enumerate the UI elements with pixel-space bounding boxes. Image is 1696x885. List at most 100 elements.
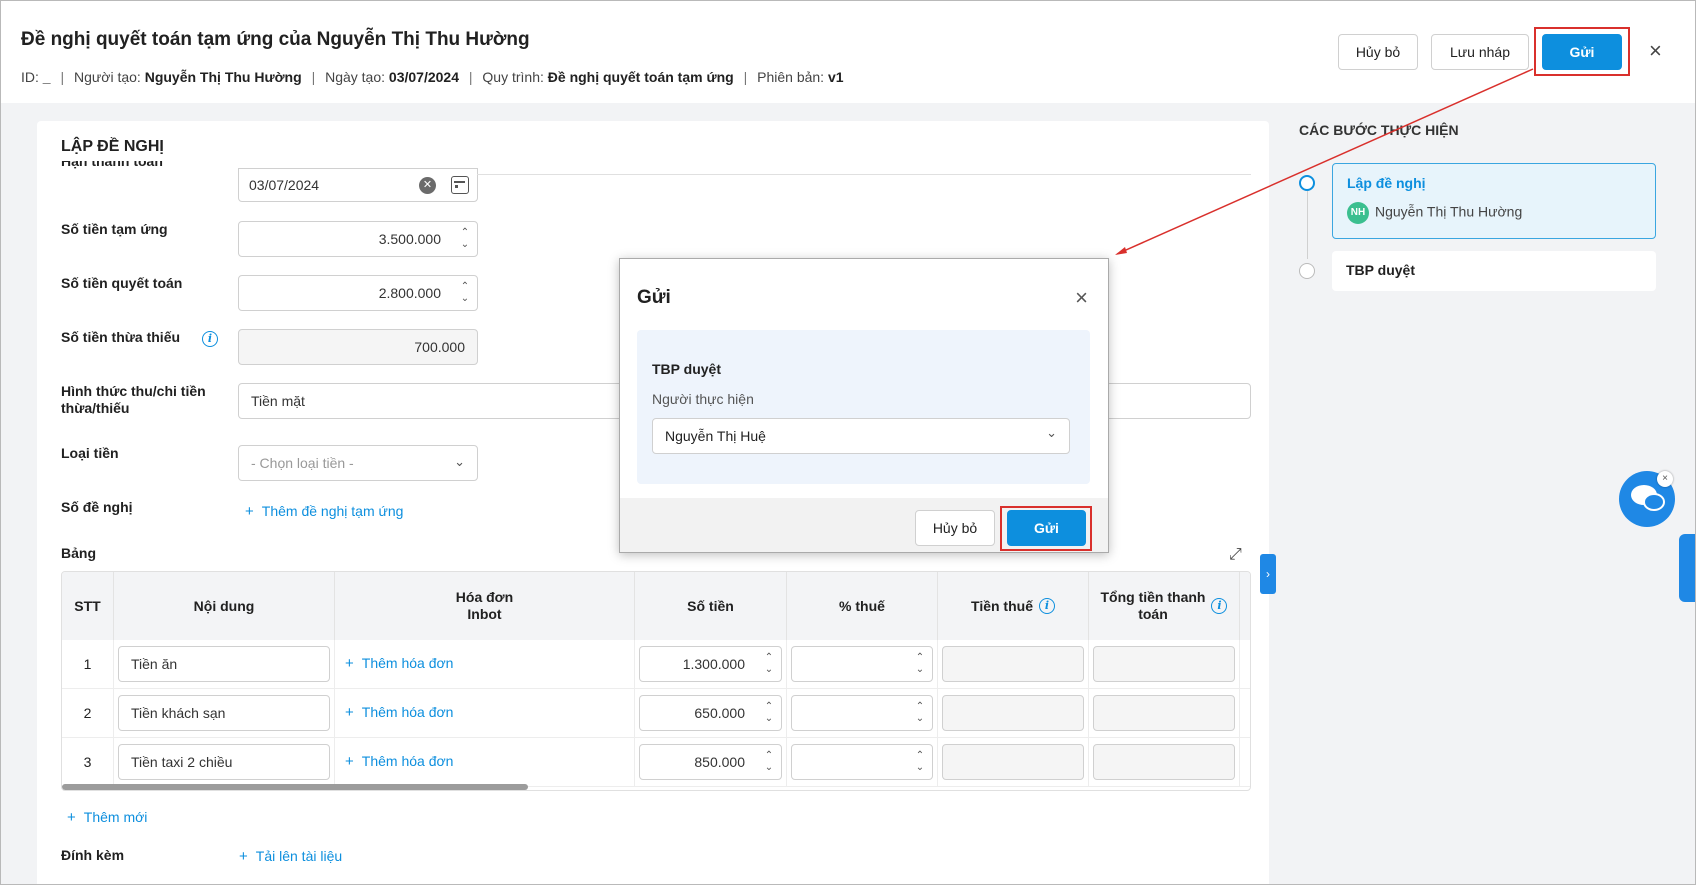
settle-label: Số tiền quyết toán — [61, 275, 183, 291]
currency-placeholder: - Chọn loại tiền - — [251, 455, 354, 471]
stepper-icon[interactable]: ⌃ ⌄ — [914, 701, 926, 725]
tax-amount-input — [942, 695, 1084, 731]
stepper-icon[interactable]: ⌃ ⌄ — [914, 750, 926, 774]
tax-amount-cell — [938, 640, 1089, 689]
tax-pct-input[interactable]: ⌃ ⌄ — [791, 646, 933, 682]
section-title: LẬP ĐỀ NGHỊ — [61, 138, 164, 155]
save-draft-button[interactable]: Lưu nháp — [1431, 34, 1529, 70]
horizontal-scrollbar[interactable] — [62, 784, 528, 790]
add-invoice-text: Thêm hóa đơn — [361, 753, 454, 769]
collapse-panel-button[interactable]: › — [1260, 554, 1276, 594]
expense-table: STT Nội dung Hóa đơn Inbot Số tiền % thu… — [61, 571, 1251, 791]
due-date-field[interactable]: 03/07/2024 ✕ — [238, 168, 478, 202]
app-window: Đề nghị quyết toán tạm ứng của Nguyễn Th… — [0, 0, 1696, 885]
tax-amount-cell — [938, 738, 1089, 787]
performer-select[interactable]: Nguyễn Thị Huệ ⌄ — [652, 418, 1070, 454]
expand-icon[interactable]: ⤢ — [1229, 546, 1242, 564]
close-icon[interactable]: × — [1075, 285, 1088, 311]
method-value: Tiền mặt — [251, 393, 305, 409]
dialog-body: TBP duyệt Người thực hiện Nguyễn Thị Huệ… — [637, 330, 1090, 484]
step-name: TBP duyệt — [1346, 262, 1415, 278]
stepper-icon[interactable]: ⌃ ⌄ — [914, 652, 926, 676]
th-invoice-line1: Hóa đơn — [455, 589, 514, 605]
amount-input[interactable]: 1.300.000 ⌃ ⌄ — [639, 646, 782, 682]
amount-input[interactable]: 850.000 ⌃ ⌄ — [639, 744, 782, 780]
settle-amount-field[interactable]: 2.800.000 ⌃ ⌄ — [238, 275, 478, 311]
dialog-title: Gửi — [637, 287, 671, 308]
step-assignee: NH Nguyễn Thị Thu Hường — [1347, 202, 1522, 224]
tax-amount-cell — [938, 689, 1089, 738]
total-cell — [1089, 738, 1240, 787]
date-label: Ngày tạo: — [325, 69, 386, 85]
th-content: Nội dung — [114, 572, 335, 640]
dialog-cancel-button[interactable]: Hủy bỏ — [915, 510, 995, 546]
tax-pct-input[interactable]: ⌃ ⌄ — [791, 695, 933, 731]
step-card[interactable]: TBP duyệt — [1332, 251, 1656, 291]
add-invoice-text: Thêm hóa đơn — [361, 655, 454, 671]
amount-input[interactable]: 650.000 ⌃ ⌄ — [639, 695, 782, 731]
stepper-icon[interactable]: ⌃ ⌄ — [763, 701, 775, 725]
page-meta: ID: _ | Người tạo: Nguyễn Thị Thu Hường … — [21, 69, 844, 85]
cancel-button[interactable]: Hủy bỏ — [1338, 34, 1418, 70]
diff-value: 700.000 — [414, 339, 465, 355]
th-tax-amount: Tiền thuế i — [938, 572, 1089, 640]
content-input[interactable]: Tiền khách sạn — [118, 695, 330, 731]
separator: | — [468, 69, 473, 85]
th-invoice-line2: Inbot — [467, 606, 502, 622]
clear-icon[interactable]: ✕ — [419, 177, 436, 194]
plus-icon: + — [245, 503, 254, 520]
tax-pct-cell: ⌃ ⌄ — [787, 738, 938, 787]
advance-amount-field[interactable]: 3.500.000 ⌃ ⌄ — [238, 221, 478, 257]
add-new-text: Thêm mới — [83, 809, 148, 825]
upload-link[interactable]: + Tải lên tài liệu — [239, 848, 342, 865]
advance-label: Số tiền tạm ứng — [61, 221, 168, 237]
stepper-icon[interactable]: ⌃ ⌄ — [763, 652, 775, 676]
info-icon[interactable]: i — [202, 331, 218, 347]
plus-icon: + — [345, 753, 354, 770]
dialog-step-name: TBP duyệt — [652, 361, 721, 377]
th-amount: Số tiền — [635, 572, 787, 640]
content-input[interactable]: Tiền taxi 2 chiều — [118, 744, 330, 780]
assignee-name: Nguyễn Thị Thu Hường — [1375, 203, 1523, 220]
tax-pct-input[interactable]: ⌃ ⌄ — [791, 744, 933, 780]
table-row: 1 Tiền ăn + Thêm hóa đơn 1.300.000 ⌃ ⌄ ⌃ ⌄ — [62, 640, 1250, 689]
stepper-icon[interactable]: ⌃ ⌄ — [459, 227, 471, 251]
stepper-icon[interactable]: ⌃ ⌄ — [459, 281, 471, 305]
tax-amount-input — [942, 646, 1084, 682]
tax-amount-input — [942, 744, 1084, 780]
plus-icon: + — [67, 809, 76, 826]
add-new-link[interactable]: + Thêm mới — [67, 809, 147, 826]
id-value: _ — [42, 69, 51, 85]
total-input — [1093, 646, 1235, 682]
currency-select[interactable]: - Chọn loại tiền - ⌄ — [238, 445, 478, 481]
tax-pct-cell: ⌃ ⌄ — [787, 640, 938, 689]
close-icon[interactable]: × — [1649, 39, 1662, 63]
performer-label: Người thực hiện — [652, 391, 754, 407]
content-cell: Tiền khách sạn — [114, 689, 335, 738]
chevron-down-icon: ⌄ — [1046, 425, 1057, 440]
add-invoice-link[interactable]: + Thêm hóa đơn — [345, 655, 453, 672]
add-invoice-link[interactable]: + Thêm hóa đơn — [345, 753, 453, 770]
th-tax-pct: % thuế — [787, 572, 938, 640]
diff-label: Số tiền thừa thiếu — [61, 329, 181, 345]
add-invoice-link[interactable]: + Thêm hóa đơn — [345, 704, 453, 721]
edge-tab[interactable] — [1679, 534, 1695, 602]
stepper-icon[interactable]: ⌃ ⌄ — [763, 750, 775, 774]
steps-line — [1307, 191, 1308, 259]
send-button[interactable]: Gửi — [1542, 34, 1622, 70]
step-card-active[interactable]: Lập đề nghị NH Nguyễn Thị Thu Hường — [1332, 163, 1656, 239]
advance-value: 3.500.000 — [378, 231, 441, 247]
content-input[interactable]: Tiền ăn — [118, 646, 330, 682]
settle-value: 2.800.000 — [378, 285, 441, 301]
close-icon[interactable]: × — [1657, 471, 1673, 487]
th-invoice: Hóa đơn Inbot — [335, 572, 635, 640]
info-icon[interactable]: i — [1211, 598, 1228, 614]
dialog-send-button[interactable]: Gửi — [1007, 510, 1086, 546]
calendar-icon[interactable] — [451, 176, 469, 194]
content-value: Tiền khách sạn — [131, 705, 226, 721]
info-icon[interactable]: i — [1038, 598, 1055, 614]
separator: | — [311, 69, 316, 85]
add-advance-link[interactable]: + Thêm đề nghị tạm ứng — [245, 503, 403, 520]
plus-icon: + — [239, 848, 248, 865]
total-input — [1093, 695, 1235, 731]
